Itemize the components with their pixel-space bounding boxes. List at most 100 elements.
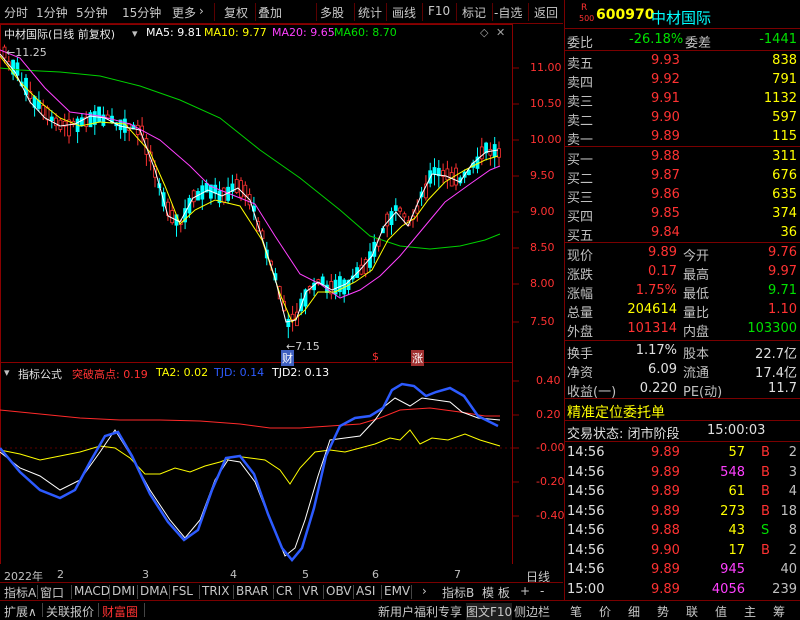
wealth-circle-tab[interactable]: 财富圈 xyxy=(102,603,138,620)
indicator-b-tab[interactable]: 指标B xyxy=(442,584,474,601)
wei-bi-value: -26.18% xyxy=(629,32,684,47)
bid-row[interactable]: 买一 9.88 311 xyxy=(565,147,800,168)
high-annotation: ←11.25 xyxy=(6,46,47,59)
related-quote-tab[interactable]: 关联报价 xyxy=(46,603,94,620)
quote-panel-tab[interactable]: 值 xyxy=(715,603,727,620)
ask-row[interactable]: 卖三 9.91 1132 xyxy=(565,89,800,110)
finance-marker-icon[interactable]: 财 xyxy=(281,350,294,366)
ask-row[interactable]: 卖五 9.93 838 xyxy=(565,51,800,72)
quote-panel-tab[interactable]: 筹 xyxy=(773,603,785,620)
quote-panel-tab[interactable]: 势 xyxy=(657,603,669,620)
tick-volume: 43 xyxy=(728,523,745,538)
quote-panel-tab[interactable]: 笔 xyxy=(570,603,582,620)
rise-marker-icon[interactable]: 涨 xyxy=(411,350,424,366)
candle xyxy=(402,213,407,218)
indicator-tab[interactable]: TRIX xyxy=(202,584,229,598)
quote-stat-row: 现价 9.89 今开 9.76 xyxy=(565,243,800,264)
period-fenshi[interactable]: 分时 xyxy=(4,4,28,21)
bid-row[interactable]: 买四 9.85 374 xyxy=(565,204,800,225)
overlay-button[interactable]: 叠加 xyxy=(258,4,282,21)
ask-row[interactable]: 卖一 9.89 115 xyxy=(565,127,800,148)
period-5min[interactable]: 5分钟 xyxy=(76,4,108,21)
period-15min[interactable]: 15分钟 xyxy=(122,4,161,21)
ma10-label: MA10: 9.77 xyxy=(204,26,267,39)
quote-stat-row: 换手 1.17% 股本 22.7亿 xyxy=(565,341,800,362)
back-button[interactable]: 返回 xyxy=(534,4,558,21)
mark-button[interactable]: 标记 xyxy=(462,4,486,21)
quote-panel-tab[interactable]: 细 xyxy=(628,603,640,620)
indicator-tab[interactable]: VR xyxy=(302,584,319,598)
expand-button[interactable]: 扩展∧ xyxy=(4,603,37,620)
indicator-tab[interactable]: DMI xyxy=(112,584,135,598)
price-axis xyxy=(513,67,519,323)
indicator-tick-label: -0.40 xyxy=(536,509,565,522)
indicator-settings-icon[interactable]: ▾ xyxy=(4,366,10,379)
tick-side: B xyxy=(761,445,770,460)
statistics-button[interactable]: 统计 xyxy=(358,4,382,21)
candle xyxy=(393,205,398,211)
tick-volume: 57 xyxy=(728,445,745,460)
ma-indicator-icon[interactable]: ▾ xyxy=(132,27,138,40)
template-tab[interactable]: 模 板 xyxy=(482,584,510,601)
indicator-tab[interactable]: 窗口 xyxy=(40,584,64,601)
dollar-marker-icon[interactable]: $ xyxy=(372,350,379,363)
tjd2-label: TJD2: 0.13 xyxy=(272,366,330,379)
close-icon[interactable]: ✕ xyxy=(496,26,505,39)
tabs-more-arrow-icon[interactable]: › xyxy=(422,584,427,598)
indicator-tab[interactable]: ASI xyxy=(356,584,375,598)
ma10-line xyxy=(0,55,499,323)
bid-row[interactable]: 买五 9.84 36 xyxy=(565,223,800,244)
ask-row[interactable]: 卖四 9.92 791 xyxy=(565,70,800,91)
tick-price: 9.90 xyxy=(651,542,680,558)
f10-button[interactable]: F10 xyxy=(428,4,450,18)
ask-row[interactable]: 卖二 9.90 597 xyxy=(565,108,800,129)
new-user-welfare-link[interactable]: 新用户福利专享 xyxy=(378,603,462,620)
stat-value: 0.220 xyxy=(639,381,677,396)
quote-stat-row: 涨跌 0.17 最高 9.97 xyxy=(565,262,800,283)
multi-stock-button[interactable]: 多股 xyxy=(320,4,344,21)
sidebar-toggle[interactable]: 侧边栏 xyxy=(514,603,550,620)
fuquan-button[interactable]: 复权 xyxy=(224,4,248,21)
indicator-tab[interactable]: BRAR xyxy=(236,584,269,598)
price-tick-label: 8.00 xyxy=(530,277,555,290)
period-more[interactable]: 更多 xyxy=(172,4,196,21)
candle xyxy=(398,207,403,212)
tick-price: 9.89 xyxy=(651,562,680,577)
period-1min[interactable]: 1分钟 xyxy=(36,4,68,21)
bottom-bar: 扩展∧ 关联报价 财富圈 新用户福利专享 图文F10 侧边栏 笔价细势联值主筹 xyxy=(0,600,800,620)
settings-diamond-icon[interactable]: ◇ xyxy=(480,26,488,39)
bid-row[interactable]: 买二 9.87 676 xyxy=(565,166,800,187)
candlestick-series xyxy=(2,44,501,339)
quote-panel-tab[interactable]: 主 xyxy=(744,603,756,620)
quote-panel-tab[interactable]: 联 xyxy=(686,603,698,620)
stat-value: 1.75% xyxy=(635,283,677,298)
more-arrow-icon[interactable]: › xyxy=(199,4,204,18)
graphic-f10-button[interactable]: 图文F10 xyxy=(466,603,513,620)
indicator-tab[interactable]: OBV xyxy=(326,584,352,598)
tick-time: 14:56 xyxy=(567,445,605,460)
indicator-tab[interactable]: DMA xyxy=(140,584,168,598)
quote-stat-row: 涨幅 1.75% 最低 9.71 xyxy=(565,281,800,302)
draw-line-button[interactable]: 画线 xyxy=(392,4,416,21)
indicator-tab[interactable]: CR xyxy=(276,584,293,598)
add-favorite-button[interactable]: -自选 xyxy=(494,4,522,21)
indicator-tab[interactable]: 指标A xyxy=(4,584,36,601)
bid-row[interactable]: 买三 9.86 635 xyxy=(565,185,800,206)
zoom-in-button[interactable]: + xyxy=(520,584,530,598)
quote-stat-row: 收益(一) 0.220 PE(动) 11.7 xyxy=(565,379,800,400)
kline-chart[interactable] xyxy=(0,24,563,564)
ma5-label: MA5: 9.81 xyxy=(146,26,202,39)
precise-order-title[interactable]: 精准定位委托单 xyxy=(567,402,665,422)
stock-name: 中材国际 xyxy=(651,9,712,27)
indicator-tab[interactable]: EMV xyxy=(384,584,410,598)
wei-cha-label: 委差 xyxy=(685,36,712,51)
level-volume: 635 xyxy=(772,187,797,202)
tick-volume: 548 xyxy=(720,464,745,480)
indicator-tab[interactable]: FSL xyxy=(172,584,193,598)
month-label: 6 xyxy=(372,568,379,581)
indicator-tick-label: -0.20 xyxy=(536,475,565,488)
zoom-out-button[interactable]: - xyxy=(540,584,544,598)
level-volume: 115 xyxy=(772,129,797,144)
quote-panel-tab[interactable]: 价 xyxy=(599,603,611,620)
indicator-tab[interactable]: MACD xyxy=(74,584,110,598)
